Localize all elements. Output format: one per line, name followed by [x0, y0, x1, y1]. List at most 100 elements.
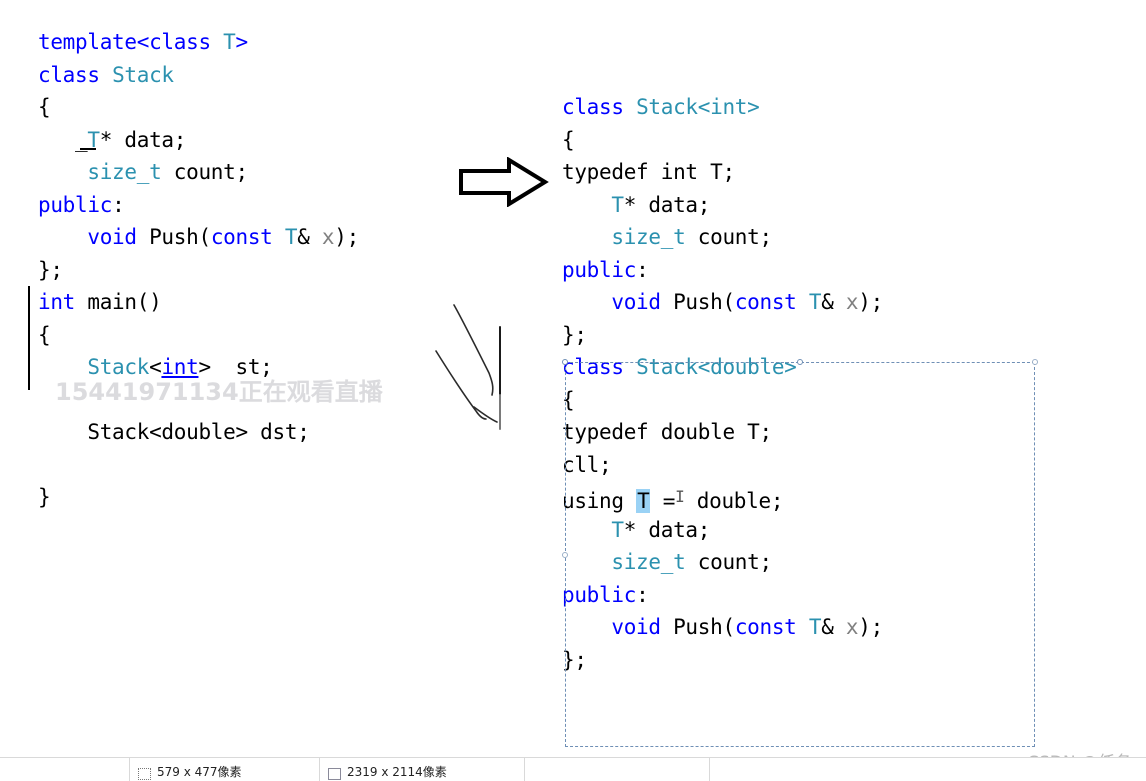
code-token: x	[845, 615, 859, 639]
code-line: {	[38, 91, 359, 124]
code-token: :	[636, 582, 649, 607]
underscore-mark	[80, 148, 96, 150]
code-token: &	[297, 225, 322, 249]
code-token: T	[223, 30, 236, 54]
code-token: template	[38, 30, 137, 54]
code-token: T	[808, 615, 822, 639]
code-token: size_t	[611, 225, 686, 249]
code-token: class	[149, 30, 211, 54]
code-token: Stack<double>	[636, 355, 797, 379]
code-token: int	[38, 290, 76, 314]
code-token: };	[562, 322, 587, 347]
code-token: const	[734, 290, 797, 314]
code-token: void	[87, 225, 137, 249]
code-token: <	[136, 30, 150, 54]
code-line: typedef double T;	[562, 416, 883, 449]
code-line: template<class T>	[38, 26, 359, 59]
code-token: };	[38, 257, 63, 282]
code-token: x	[321, 225, 335, 249]
code-token: * data;	[623, 517, 711, 542]
code-line: public:	[562, 254, 883, 287]
code-token: Stack	[112, 62, 174, 87]
code-token: {	[562, 387, 575, 412]
code-token: public	[562, 582, 637, 607]
code-token: * data;	[623, 192, 711, 217]
right-code-block: class Stack<int>{typedef int T; T* data;…	[562, 91, 883, 676]
code-token: T	[284, 225, 298, 249]
taskbar-left-spacer	[0, 758, 130, 781]
code-line: };	[562, 644, 883, 677]
code-line: };	[562, 319, 883, 352]
code-token: count;	[685, 550, 772, 574]
code-line: typedef int T;	[562, 156, 883, 189]
code-line: _T* data;	[38, 124, 359, 157]
code-token: &	[821, 290, 846, 314]
bottom-taskbar: 579 x 477像素 2319 x 2114像素	[0, 757, 1146, 781]
code-token: void	[611, 615, 661, 639]
code-line: class Stack<int>	[562, 91, 883, 124]
code-line: {	[38, 319, 359, 352]
code-token: typedef int T;	[562, 160, 735, 184]
code-line: }	[38, 481, 359, 514]
freehand-pen-strokes	[430, 295, 560, 435]
code-line: class Stack<double>	[562, 351, 883, 384]
code-token: T	[611, 517, 624, 542]
code-line: size_t count;	[562, 546, 883, 579]
code-line: public:	[562, 579, 883, 612]
code-token: >	[235, 30, 249, 54]
code-token: double;	[684, 489, 784, 513]
taskbar-item-0[interactable]: 579 x 477像素	[130, 758, 320, 781]
code-token: =	[650, 489, 676, 513]
code-token: class	[562, 95, 624, 119]
code-token: using	[562, 489, 637, 513]
code-token: Push(	[660, 290, 735, 314]
code-token: T	[611, 192, 624, 217]
code-line: using T =I double;	[562, 481, 883, 514]
code-token: T	[636, 489, 651, 513]
code-token: :	[112, 192, 125, 217]
code-token: class	[38, 62, 100, 87]
code-token: {	[38, 95, 51, 119]
code-token: x	[845, 290, 859, 314]
code-line: void Push(const T& x);	[562, 611, 883, 644]
code-token: count;	[685, 225, 772, 249]
resize-handle-top-right[interactable]	[1032, 359, 1038, 365]
code-line: size_t count;	[38, 156, 359, 189]
code-line: public:	[38, 189, 359, 222]
code-token: size_t	[87, 160, 162, 184]
code-token: * data;	[99, 127, 187, 152]
code-token: const	[734, 615, 797, 639]
code-token: public	[562, 257, 637, 282]
code-token: void	[611, 290, 661, 314]
code-token: Push(	[136, 225, 211, 249]
left-code-block: template<class T> class Stack{ _T* data; …	[38, 26, 359, 514]
code-token: Stack<int>	[636, 95, 760, 119]
code-token: main()	[75, 290, 162, 314]
taskbar-item-label: 579 x 477像素	[157, 765, 242, 779]
code-token: );	[858, 290, 883, 314]
code-token: Push(	[660, 615, 735, 639]
stream-viewer-watermark: 15441971134正在观看直播	[55, 378, 383, 406]
code-token: const	[210, 225, 273, 249]
code-token: };	[562, 647, 587, 672]
taskbar-item-1[interactable]: 2319 x 2114像素	[320, 758, 525, 781]
change-bar-marker	[28, 286, 30, 390]
code-line: size_t count;	[562, 221, 883, 254]
taskbar-item-2[interactable]	[525, 758, 710, 781]
code-line: Stack<double> dst;	[38, 416, 359, 449]
